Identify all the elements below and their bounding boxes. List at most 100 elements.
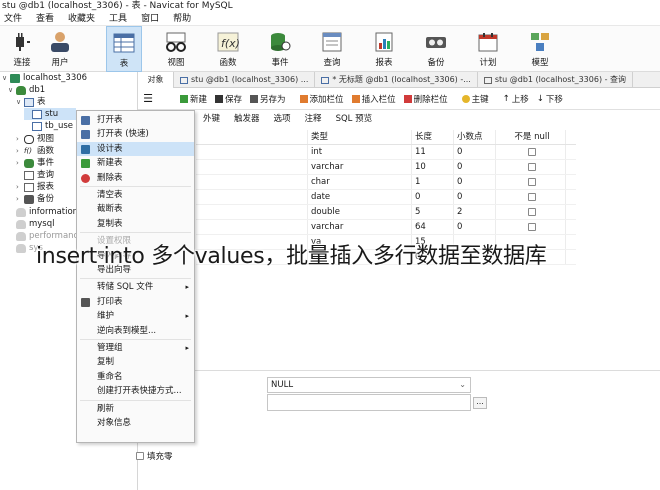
table-row[interactable]: char 1 0 — [196, 175, 576, 190]
cell-decimals[interactable]: 0 — [454, 220, 496, 234]
tree-reports[interactable]: › 报表 — [16, 181, 54, 193]
tab-stu-query[interactable]: stu @db1 (localhost_3306) - 查询 — [478, 72, 634, 88]
menu-file[interactable]: 文件 — [0, 12, 32, 25]
tab-objects[interactable]: 对象 — [138, 72, 174, 88]
menu-item-12[interactable]: 打印表 — [77, 295, 194, 309]
tree-db-mysql[interactable]: mysql — [8, 218, 55, 230]
function-button[interactable]: f(x) 函数 — [210, 26, 246, 72]
menu-item-2[interactable]: 设计表 — [77, 141, 194, 156]
tree-tables-node[interactable]: ∨ 表 — [16, 96, 46, 108]
menu-item-20[interactable]: 对象信息 — [77, 416, 194, 430]
cell-length[interactable]: 11 — [412, 145, 454, 159]
cell-decimals[interactable]: 0 — [454, 160, 496, 174]
backup-button[interactable]: 备份 — [418, 26, 454, 72]
tab-sql-preview[interactable]: SQL 预览 — [329, 112, 380, 126]
cell-type[interactable]: varchar — [308, 160, 412, 174]
collapse-icon[interactable]: ∨ — [8, 84, 16, 96]
connect-button[interactable]: 连接 — [4, 26, 40, 72]
tree-table-tb-user[interactable]: tb_use — [24, 120, 73, 132]
comment-input[interactable] — [267, 394, 471, 411]
not-null-checkbox[interactable] — [528, 222, 536, 231]
menu-item-0[interactable]: 打开表 — [77, 113, 194, 127]
cell-length[interactable]: 1 — [412, 175, 454, 189]
menu-item-19[interactable]: 刷新 — [77, 402, 194, 416]
cell-length[interactable]: 0 — [412, 190, 454, 204]
tree-connection[interactable]: ∨ localhost_3306 — [2, 72, 87, 84]
menu-item-6[interactable]: 截断表 — [77, 202, 194, 216]
cell-type[interactable]: int — [308, 145, 412, 159]
query-button[interactable]: 查询 — [314, 26, 350, 72]
new-button[interactable]: 新建 — [176, 93, 211, 105]
model-button[interactable]: 模型 — [522, 26, 558, 72]
collapse-icon[interactable]: ∨ — [2, 72, 10, 84]
table-row[interactable]: varchar 64 0 — [196, 220, 576, 235]
tree-db-information[interactable]: information — [8, 206, 78, 218]
event-button[interactable]: 事件 — [262, 26, 298, 72]
tree-db[interactable]: ∨ db1 — [8, 84, 45, 96]
view-button[interactable]: 视图 — [158, 26, 194, 72]
menu-tools[interactable]: 工具 — [105, 12, 137, 25]
cell-type[interactable]: date — [308, 190, 412, 204]
save-as-button[interactable]: 另存为 — [246, 93, 290, 105]
table-row[interactable]: double 5 2 — [196, 205, 576, 220]
save-button[interactable]: 保存 — [211, 93, 246, 105]
menu-icon[interactable]: ☰ — [138, 92, 158, 105]
table-button[interactable]: 表 — [106, 26, 142, 72]
not-null-checkbox[interactable] — [528, 147, 536, 156]
menu-item-16[interactable]: 复制 — [77, 355, 194, 369]
report-button[interactable]: 报表 — [366, 26, 402, 72]
menu-item-4[interactable]: 删除表 — [77, 171, 194, 185]
fill-zero-checkbox[interactable] — [136, 452, 144, 460]
cell-length[interactable]: 10 — [412, 160, 454, 174]
menu-item-18[interactable]: 创建打开表快捷方式... — [77, 384, 194, 398]
not-null-checkbox[interactable] — [528, 162, 536, 171]
schedule-button[interactable]: 计划 — [470, 26, 506, 72]
tab-options[interactable]: 选项 — [267, 112, 298, 126]
tree-queries[interactable]: 查询 — [16, 169, 54, 181]
tab-comments[interactable]: 注释 — [298, 112, 329, 126]
cell-decimals[interactable]: 0 — [454, 145, 496, 159]
tab-triggers[interactable]: 触发器 — [227, 112, 267, 126]
cell-type[interactable]: char — [308, 175, 412, 189]
user-button[interactable]: 用户 — [42, 26, 78, 72]
fill-zero-option[interactable]: 填充零 — [136, 450, 173, 462]
tree-functions[interactable]: › f() 函数 — [16, 145, 54, 157]
default-value-select[interactable]: NULL ⌄ — [267, 377, 471, 393]
menu-favorites[interactable]: 收藏夹 — [64, 12, 105, 25]
insert-field-button[interactable]: 插入栏位 — [348, 93, 400, 105]
tree-events[interactable]: › 事件 — [16, 157, 54, 169]
cell-decimals[interactable]: 0 — [454, 175, 496, 189]
menu-item-5[interactable]: 清空表 — [77, 188, 194, 202]
browse-button[interactable]: ... — [473, 397, 487, 409]
not-null-checkbox[interactable] — [528, 177, 536, 186]
menu-window[interactable]: 窗口 — [137, 12, 169, 25]
tree-backups[interactable]: › 备份 — [16, 193, 54, 205]
not-null-checkbox[interactable] — [528, 207, 536, 216]
tab-untitled[interactable]: * 无标题 @db1 (localhost_3306) -... — [315, 72, 478, 88]
cell-length[interactable]: 5 — [412, 205, 454, 219]
delete-field-button[interactable]: 删除栏位 — [400, 93, 452, 105]
menu-item-1[interactable]: 打开表 (快速) — [77, 127, 194, 141]
cell-decimals[interactable]: 2 — [454, 205, 496, 219]
menu-item-15[interactable]: 管理组 ▸ — [77, 341, 194, 355]
collapse-icon[interactable]: ∨ — [16, 96, 24, 108]
tab-foreign-keys[interactable]: 外键 — [196, 112, 227, 126]
table-row[interactable]: date 0 0 — [196, 190, 576, 205]
tree-views[interactable]: › 视图 — [16, 133, 54, 145]
primary-key-button[interactable]: 主键 — [458, 93, 493, 105]
table-row[interactable]: varchar 10 0 — [196, 160, 576, 175]
move-up-button[interactable]: ↑ 上移 — [499, 93, 533, 105]
cell-type[interactable]: varchar — [308, 220, 412, 234]
tab-stu-design[interactable]: stu @db1 (localhost_3306) ... — [174, 72, 316, 88]
menu-item-3[interactable]: 新建表 — [77, 156, 194, 170]
menu-view[interactable]: 查看 — [32, 12, 64, 25]
menu-item-7[interactable]: 复制表 — [77, 217, 194, 231]
menu-item-11[interactable]: 转储 SQL 文件 ▸ — [77, 280, 194, 294]
menu-item-14[interactable]: 逆向表到模型... — [77, 324, 194, 338]
menu-help[interactable]: 帮助 — [169, 12, 201, 25]
move-down-button[interactable]: ↓ 下移 — [533, 93, 567, 105]
cell-type[interactable]: double — [308, 205, 412, 219]
cell-decimals[interactable]: 0 — [454, 190, 496, 204]
table-row[interactable]: int 11 0 — [196, 145, 576, 160]
add-field-button[interactable]: 添加栏位 — [296, 93, 348, 105]
